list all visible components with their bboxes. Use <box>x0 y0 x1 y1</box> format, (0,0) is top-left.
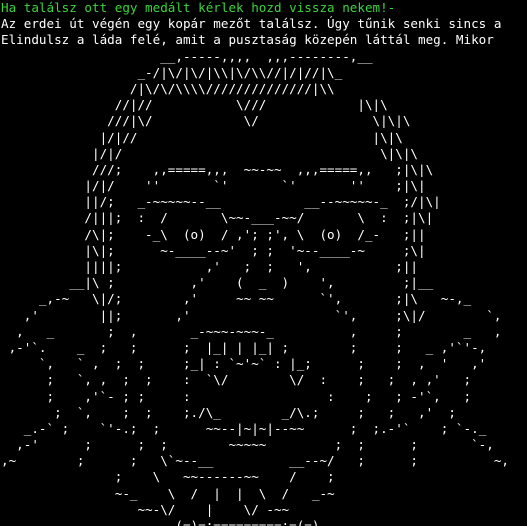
ascii-art-line: ; \ ~~------~~ / ; <box>1 469 335 485</box>
ascii-art-line: _-/|\/|\/|\\|\/\\//|/|//|\_ <box>1 64 343 80</box>
ascii-art-line: ,-' ; ; ; ~~~~~ ; ; ; `-, <box>1 437 494 453</box>
ascii-art-line: ~~-\/ | \/ -~~ <box>1 501 290 517</box>
ascii-art-line: ,~ ; ; \`~--__ __--~/ ; ; ~, <box>1 453 509 469</box>
story-line: Elindulsz a láda felé, amit a pusztaság … <box>1 32 494 48</box>
ascii-art-line: |/|/ '' `' `' '' ;|\| <box>1 178 426 194</box>
ascii-art-line: _,-~ \|/; ,' ~~ ~~ `', ;|\ ~-,_ <box>1 291 472 307</box>
ascii-art-line: (=)=;=========;=(=) <box>1 518 320 526</box>
ascii-art-line: `, ` , ; ; ;_| : `~'~` : |_; ; ; , ' ,' <box>1 356 487 372</box>
ascii-art-line: /|\/\/\\\\//////////////|\\ <box>1 80 335 96</box>
ascii-art-line: //|// \/// |\|\ <box>1 97 388 113</box>
ascii-art-line: |/|// |\|\ <box>1 129 403 145</box>
ascii-art-line: ; ,'`- ; ; : : ; ; -'`, ; <box>1 388 472 404</box>
ascii-art-line: |\|; ~-____--~' ; ; '~--____-~ ;\| <box>1 242 426 258</box>
ascii-art-line: ,' ||; ,' `', ;\|/ `, <box>1 307 502 323</box>
terminal-window[interactable]: Ha találsz ott egy medált kérlek hozd vi… <box>0 0 527 526</box>
ascii-art-line: __|\ ; ,' ( _ ) ', ;|__ <box>1 275 434 291</box>
ascii-art-line: ; `, ; ; ;./\_ _/\.; ; ; ,' ; <box>1 404 456 420</box>
ascii-art-line: ///; ,,=====,,, ~~-~~ ,,,=====,, ;|\|\ <box>1 161 434 177</box>
ascii-art-line: ~-_ \ / | | \ / _-~ <box>1 485 335 501</box>
ascii-art-line: /|||; : / \~~-___-~~/ \ : ;|\| <box>1 210 434 226</box>
ascii-art-line: _.-` ; `'-.; ; ~~--|~|~|--~~ ; ;.-'` ; `… <box>1 420 487 436</box>
ascii-art-face: __,-----,,,, ,,,--------,__ _-/|\/|\/|\\… <box>1 49 527 526</box>
ascii-art-line: |/|/ \|\|\ <box>1 145 419 161</box>
ascii-art-line: ; `, , ; ; : `\/ \/ : ; ; , ,' ; <box>1 372 472 388</box>
ascii-art-line: ,-'`. _ ; ; ; |_| | |_| ; ; ; _ ,'`'-, <box>1 339 487 355</box>
ascii-art-line: ///|\/ \/ \|\|\ <box>1 113 411 129</box>
header-message: Ha találsz ott egy medált kérlek hozd vi… <box>1 0 396 15</box>
ascii-art-line: ||||; ,' ; ; ', ;|| <box>1 259 419 274</box>
ascii-art-line: , _ ; , _-~~~-~~~-_ , ; _ , <box>1 323 502 339</box>
ascii-art-line: ||/; _-~~~~~--__ __--~~~~~-_ ;/|\| <box>1 194 441 210</box>
story-line: Az erdei út végén egy kopár mezőt találs… <box>1 16 502 32</box>
ascii-art-line: /\|; -_\ (o) / ,'; ;', \ (o) /_- ;|| <box>1 226 426 242</box>
ascii-art-line: __,-----,,,, ,,,--------,__ <box>1 48 373 64</box>
